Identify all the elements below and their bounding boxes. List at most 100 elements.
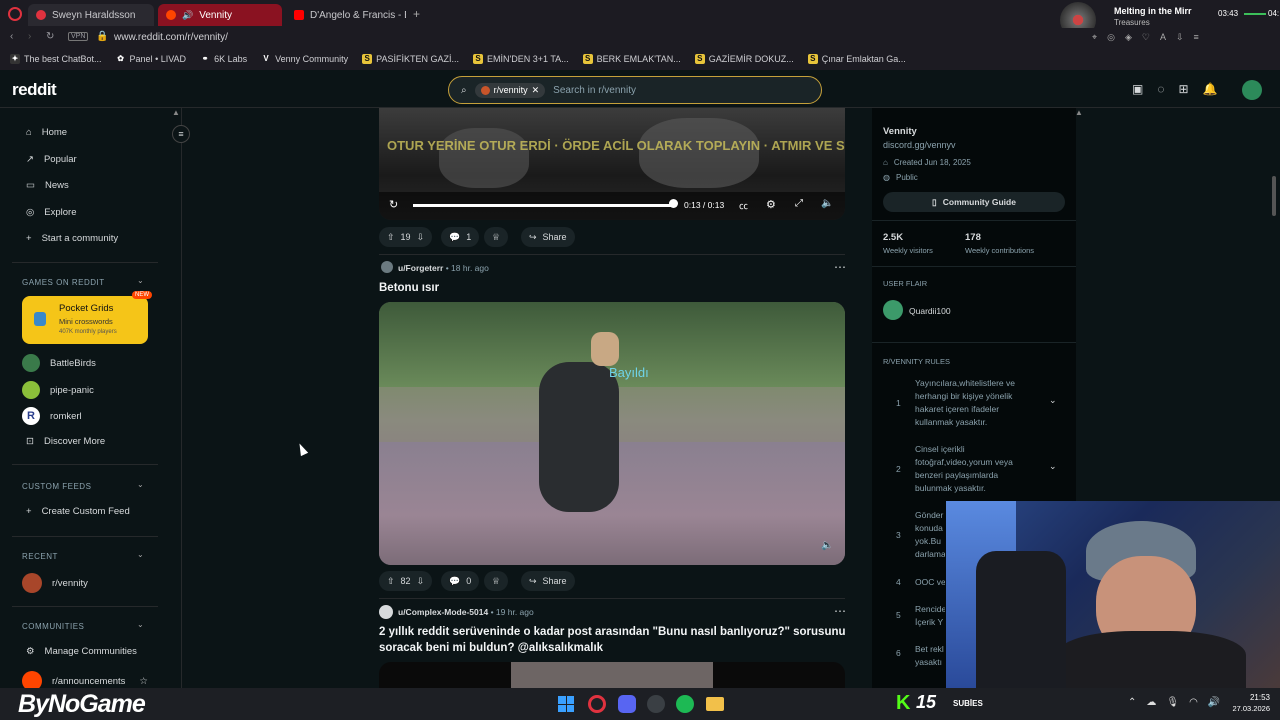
- custom-feeds-title[interactable]: CUSTOM FEEDS: [22, 482, 91, 491]
- reload-icon[interactable]: ↻: [46, 31, 54, 42]
- collapse-nav-icon[interactable]: ≡: [172, 125, 190, 143]
- back-icon[interactable]: ‹: [10, 31, 13, 42]
- forward-icon[interactable]: ›: [28, 31, 31, 42]
- nav-home[interactable]: ⌂ Home: [26, 127, 67, 138]
- volume-icon[interactable]: 🔈: [821, 198, 833, 209]
- post-title-line-1[interactable]: 2 yıllık reddit serüveninde o kadar post…: [379, 626, 846, 638]
- bookmark-item[interactable]: S EMİN'DEN 3+1 TA...: [473, 54, 569, 64]
- vpn-badge[interactable]: VPN: [68, 32, 89, 41]
- bookmark-item[interactable]: S GAZİEMİR DOKUZ...: [694, 54, 794, 64]
- flair-avatar-icon[interactable]: [883, 300, 903, 320]
- page-scrollbar[interactable]: [1272, 176, 1276, 216]
- volume-icon[interactable]: 🔊: [1208, 697, 1220, 708]
- video-player-1[interactable]: OTUR YERİNE OTUR ERDİ · ÖRDE ACİL OLARAK…: [379, 108, 845, 220]
- file-explorer-icon[interactable]: [706, 697, 724, 711]
- create-custom-feed[interactable]: + Create Custom Feed: [26, 506, 130, 517]
- translate-icon[interactable]: A: [1160, 32, 1166, 43]
- recent-title[interactable]: RECENT: [22, 552, 58, 561]
- tab-sweyn[interactable]: Sweyn Haraldsson: [28, 4, 154, 26]
- wifi-icon[interactable]: ◠: [1189, 697, 1198, 708]
- opera-logo-icon[interactable]: [8, 7, 22, 21]
- game-romkerl[interactable]: Rromkerl: [22, 407, 82, 425]
- post-image[interactable]: [379, 662, 845, 688]
- user-avatar-icon[interactable]: [381, 261, 393, 273]
- star-icon[interactable]: ☆: [139, 676, 148, 687]
- post-author[interactable]: u/Forgeterr: [398, 263, 443, 273]
- scroll-up-icon[interactable]: ▲: [172, 108, 180, 117]
- award-button[interactable]: ♕: [484, 227, 509, 247]
- url-field[interactable]: www.reddit.com/r/vennity/: [114, 32, 228, 43]
- rule-text[interactable]: Bet rekl yasaktı: [915, 643, 945, 669]
- tab-vennity[interactable]: 🔊 Vennity: [158, 4, 282, 26]
- recent-vennity[interactable]: r/vennity: [22, 573, 88, 593]
- tab-youtube[interactable]: D'Angelo & Francis - Blad: [286, 4, 406, 26]
- bookmark-item[interactable]: ✦ The best ChatBot...: [10, 54, 102, 64]
- discord-icon[interactable]: [618, 695, 636, 713]
- captions-icon[interactable]: ㏄: [739, 199, 748, 212]
- bookmark-item[interactable]: S PASİFİKTEN GAZİ...: [362, 54, 459, 64]
- fullscreen-icon[interactable]: ⤢: [795, 198, 803, 209]
- obs-icon[interactable]: [647, 695, 665, 713]
- pocket-grids-card[interactable]: Pocket Grids Mini crosswords 407K monthl…: [22, 291, 152, 344]
- nav-explore[interactable]: ◎ Explore: [26, 207, 77, 218]
- scroll-up-icon[interactable]: ▲: [1075, 108, 1083, 117]
- opera-taskbar-icon[interactable]: [588, 695, 606, 713]
- downvote-icon[interactable]: ⇩: [417, 232, 425, 243]
- nav-news[interactable]: ▭ News: [26, 180, 69, 191]
- chevron-down-icon[interactable]: ⌄: [1049, 461, 1057, 472]
- chevron-down-icon[interactable]: ⌄: [137, 620, 144, 629]
- rule-text[interactable]: Gönder konuda yok.Bu darlama: [915, 509, 945, 559]
- games-section-title[interactable]: GAMES ON REDDIT: [22, 278, 105, 287]
- community-guide-button[interactable]: ▯ Community Guide: [883, 192, 1065, 212]
- download-icon[interactable]: ⇩: [1176, 32, 1184, 43]
- bookmark-item[interactable]: ⚭ 6K Labs: [200, 54, 247, 64]
- bookmark-item[interactable]: S BERK EMLAK'TAN...: [582, 54, 681, 64]
- flair-user[interactable]: Quardii100: [909, 306, 951, 316]
- bell-icon[interactable]: 🔔: [1203, 82, 1218, 96]
- more-options-icon[interactable]: ⋯: [834, 604, 846, 618]
- downvote-icon[interactable]: ⇩: [417, 576, 425, 587]
- rule-text[interactable]: Yayıncılara,whitelistlere ve herhangi bi…: [915, 377, 1035, 429]
- subreddit-chip[interactable]: r/vennity ✕: [474, 82, 546, 98]
- upvote-icon[interactable]: ⇧: [387, 232, 395, 243]
- search-placeholder[interactable]: Search in r/vennity: [553, 85, 636, 96]
- comments-button[interactable]: 💬 0: [441, 571, 480, 591]
- user-avatar-icon[interactable]: [379, 605, 393, 619]
- discover-more[interactable]: ⊡ Discover More: [26, 436, 105, 447]
- rule-text[interactable]: Rencide İçerik Y: [915, 603, 945, 629]
- chevron-up-icon[interactable]: ⌃: [1128, 697, 1136, 708]
- close-icon[interactable]: ✕: [532, 85, 540, 96]
- cloud-icon[interactable]: ☁: [1146, 697, 1156, 708]
- nav-start-community[interactable]: + Start a community: [26, 233, 118, 244]
- chevron-down-icon[interactable]: ⌄: [137, 550, 144, 559]
- menu-icon[interactable]: ≡: [1194, 32, 1199, 43]
- avatar[interactable]: [1242, 80, 1262, 100]
- chevron-down-icon[interactable]: ⌄: [137, 276, 144, 285]
- nav-popular[interactable]: ↗ Popular: [26, 154, 77, 165]
- new-tab-plus-icon[interactable]: +: [413, 7, 420, 21]
- search-bar[interactable]: ⌕ r/vennity ✕ Search in r/vennity: [448, 76, 822, 104]
- ads-icon[interactable]: ▣: [1132, 82, 1143, 96]
- bookmark-item[interactable]: ✿ Panel • LIVAD: [116, 54, 186, 64]
- bookmark-item[interactable]: S Çınar Emlaktan Ga...: [807, 54, 906, 64]
- post-title-line-2[interactable]: soracak beni mi buldun? @alıksalıkmalık: [379, 642, 603, 654]
- manage-communities[interactable]: ⚙ Manage Communities: [26, 646, 137, 657]
- communities-title[interactable]: COMMUNITIES: [22, 622, 84, 631]
- game-battlebirds[interactable]: BattleBirds: [22, 354, 96, 372]
- spotify-icon[interactable]: [676, 695, 694, 713]
- video-scrubber[interactable]: [669, 199, 678, 208]
- share-button[interactable]: ↪ Share: [521, 571, 575, 591]
- windows-start-icon[interactable]: [558, 696, 574, 712]
- settings-gear-icon[interactable]: ⚙: [766, 198, 776, 211]
- rule-text[interactable]: Cinsel içerikli fotoğraf,video,yorum vey…: [915, 443, 1035, 495]
- heart-icon[interactable]: ♡: [1142, 32, 1150, 43]
- chevron-down-icon[interactable]: ⌄: [137, 480, 144, 489]
- video-progress-track[interactable]: [413, 204, 673, 207]
- more-options-icon[interactable]: ⋯: [834, 260, 846, 274]
- volume-icon[interactable]: 🔈: [821, 540, 833, 551]
- pin-icon[interactable]: ⌖: [1092, 32, 1097, 43]
- post-title[interactable]: Betonu ısır: [379, 282, 439, 294]
- chat-icon[interactable]: ◌: [1157, 82, 1164, 96]
- replay-icon[interactable]: ↻: [389, 198, 398, 211]
- comments-button[interactable]: 💬 1: [441, 227, 480, 247]
